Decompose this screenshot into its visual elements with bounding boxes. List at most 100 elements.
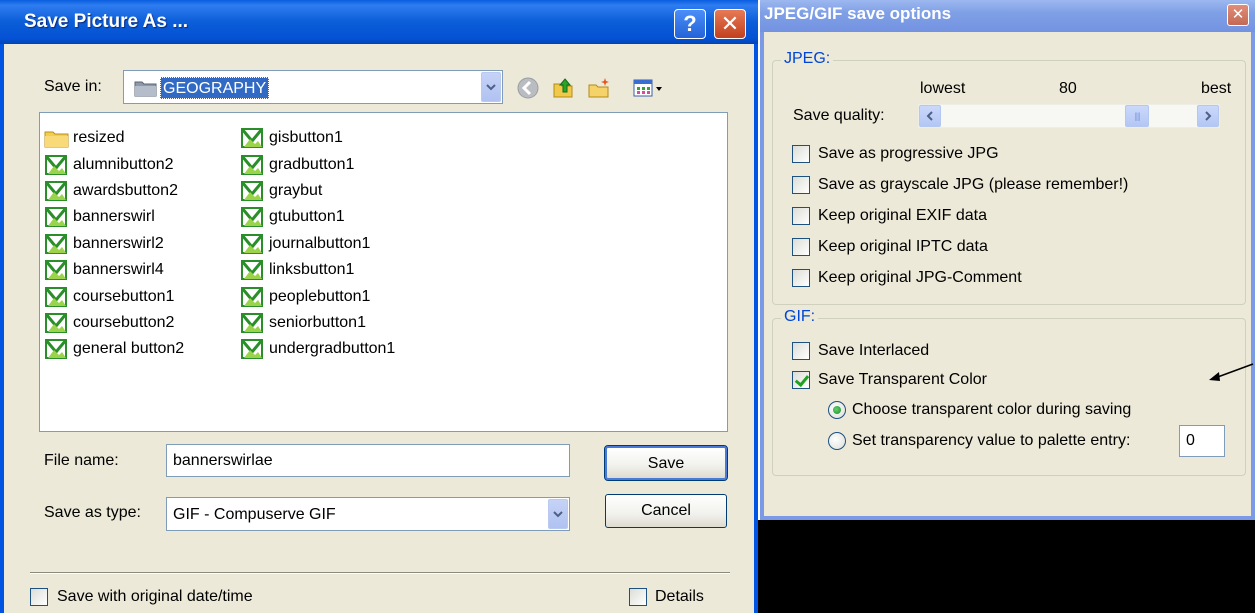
palette-entry-field[interactable]: 0	[1179, 425, 1225, 457]
jpeg-option-label: Keep original JPG-Comment	[818, 269, 1022, 286]
file-column-1: resized alumnibutton2 awardsbutton2 banners…	[44, 125, 184, 363]
options-title: JPEG/GIF save options	[764, 4, 952, 23]
cancel-button[interactable]: Cancel	[605, 494, 727, 528]
file-list-item[interactable]: peoplebutton1	[240, 283, 395, 309]
image-file-icon	[44, 180, 68, 201]
file-item-label: resized	[73, 129, 125, 147]
file-list-item[interactable]: bannerswirl2	[44, 231, 184, 257]
save-in-label: Save in:	[44, 78, 102, 95]
keep-date-label: Save with original date/time	[57, 588, 253, 605]
image-file-icon	[240, 260, 264, 281]
jpeg-option-label: Keep original IPTC data	[818, 238, 988, 255]
save-picture-dialog: Save Picture As ... ? ✕ Save in: GEOGRAP…	[0, 0, 758, 613]
file-list-item[interactable]: bannerswirl4	[44, 257, 184, 283]
quality-thumb[interactable]: ||||	[1125, 105, 1149, 127]
file-list-item[interactable]: alumnibutton2	[44, 151, 184, 177]
file-list-item[interactable]: journalbutton1	[240, 231, 395, 257]
image-file-icon	[44, 260, 68, 281]
file-list-item[interactable]: gtubutton1	[240, 204, 395, 230]
annotation-arrow-icon	[1209, 363, 1254, 381]
file-item-label: coursebutton2	[73, 313, 175, 331]
details-checkbox[interactable]	[629, 588, 647, 606]
back-icon[interactable]	[516, 76, 540, 100]
file-list-item[interactable]: linksbutton1	[240, 257, 395, 283]
jpeg-option-checkbox[interactable]	[792, 176, 810, 194]
quality-best-label: best	[1201, 80, 1232, 97]
quality-scrollbar[interactable]: ||||	[918, 104, 1220, 128]
scroll-right-icon[interactable]	[1197, 105, 1219, 127]
keep-date-checkbox[interactable]	[30, 588, 48, 606]
save-transparent-checkbox[interactable]	[792, 371, 810, 389]
chevron-down-icon[interactable]	[481, 72, 501, 102]
image-file-icon	[240, 286, 264, 307]
palette-entry-value: 0	[1186, 432, 1195, 449]
scroll-left-icon[interactable]	[919, 105, 941, 127]
image-file-icon	[240, 154, 264, 175]
file-item-label: awardsbutton2	[73, 181, 178, 199]
help-button[interactable]: ?	[674, 9, 706, 39]
title-bar[interactable]: Save Picture As ... ? ✕	[0, 0, 758, 44]
file-name-field[interactable]: bannerswirlae	[166, 444, 570, 477]
file-list-item[interactable]: resized	[44, 125, 184, 151]
image-file-icon	[44, 207, 68, 228]
details-label: Details	[655, 588, 704, 605]
jpeg-option-checkbox[interactable]	[792, 238, 810, 256]
up-folder-icon[interactable]	[551, 76, 575, 100]
view-menu-icon[interactable]	[632, 76, 668, 100]
file-list-item[interactable]: gisbutton1	[240, 125, 395, 151]
file-name-label: File name:	[44, 452, 119, 469]
dialog-title: Save Picture As ...	[24, 11, 189, 32]
close-button[interactable]: ✕	[714, 9, 746, 39]
jpeg-option-checkbox[interactable]	[792, 145, 810, 163]
file-list-item[interactable]: awardsbutton2	[44, 178, 184, 204]
file-item-label: bannerswirl	[73, 208, 155, 226]
image-file-icon	[44, 233, 68, 254]
image-file-icon	[44, 286, 68, 307]
save-interlaced-checkbox[interactable]	[792, 342, 810, 360]
file-item-label: undergradbutton1	[269, 340, 396, 358]
image-file-icon	[240, 207, 264, 228]
close-button[interactable]: ✕	[1227, 4, 1249, 26]
file-list-item[interactable]: bannerswirl	[44, 204, 184, 230]
image-file-icon	[44, 154, 68, 175]
palette-entry-radio[interactable]	[828, 432, 846, 450]
image-file-icon	[240, 312, 264, 333]
choose-color-radio[interactable]	[828, 401, 846, 419]
jpeg-option-checkbox[interactable]	[792, 207, 810, 225]
save-button[interactable]: Save	[604, 445, 728, 481]
file-list-item[interactable]: coursebutton1	[44, 283, 184, 309]
jpeg-option-label: Keep original EXIF data	[818, 207, 987, 224]
save-in-combo[interactable]: GEOGRAPHY	[123, 70, 503, 104]
file-list-item[interactable]: graybut	[240, 178, 395, 204]
palette-entry-label: Set transparency value to palette entry:	[852, 432, 1131, 449]
image-file-icon	[44, 312, 68, 333]
file-item-label: bannerswirl2	[73, 234, 164, 252]
jpeg-option-label: Save as progressive JPG	[818, 145, 999, 162]
file-list-item[interactable]: seniorbutton1	[240, 310, 395, 336]
file-item-label: linksbutton1	[269, 261, 355, 279]
file-item-label: gtubutton1	[269, 208, 345, 226]
folder-icon	[134, 81, 157, 97]
options-title-bar[interactable]: JPEG/GIF save options ✕	[760, 0, 1255, 32]
file-item-label: bannerswirl4	[73, 261, 164, 279]
jpeg-option-label: Save as grayscale JPG (please remember!)	[818, 176, 1129, 193]
desktop-background	[758, 520, 1255, 613]
jpeg-option-checkbox[interactable]	[792, 269, 810, 287]
file-list[interactable]: resized alumnibutton2 awardsbutton2 banners…	[39, 112, 728, 432]
file-item-label: alumnibutton2	[73, 155, 174, 173]
chevron-down-icon[interactable]	[548, 499, 568, 529]
save-as-type-combo[interactable]: GIF - Compuserve GIF	[166, 497, 570, 531]
file-item-label: seniorbutton1	[269, 313, 366, 331]
file-list-item[interactable]: gradbutton1	[240, 151, 395, 177]
file-list-item[interactable]: undergradbutton1	[240, 336, 395, 362]
file-item-label: general button2	[73, 340, 185, 358]
file-list-item[interactable]: coursebutton2	[44, 310, 184, 336]
new-folder-icon[interactable]	[587, 76, 611, 100]
save-as-type-label: Save as type:	[44, 504, 141, 521]
file-list-item[interactable]: general button2	[44, 336, 184, 362]
file-item-label: gradbutton1	[269, 155, 355, 173]
save-quality-label: Save quality:	[793, 107, 885, 124]
save-as-type-value: GIF - Compuserve GIF	[173, 506, 336, 523]
file-item-label: coursebutton1	[73, 287, 175, 305]
quality-value: 80	[1059, 80, 1077, 97]
